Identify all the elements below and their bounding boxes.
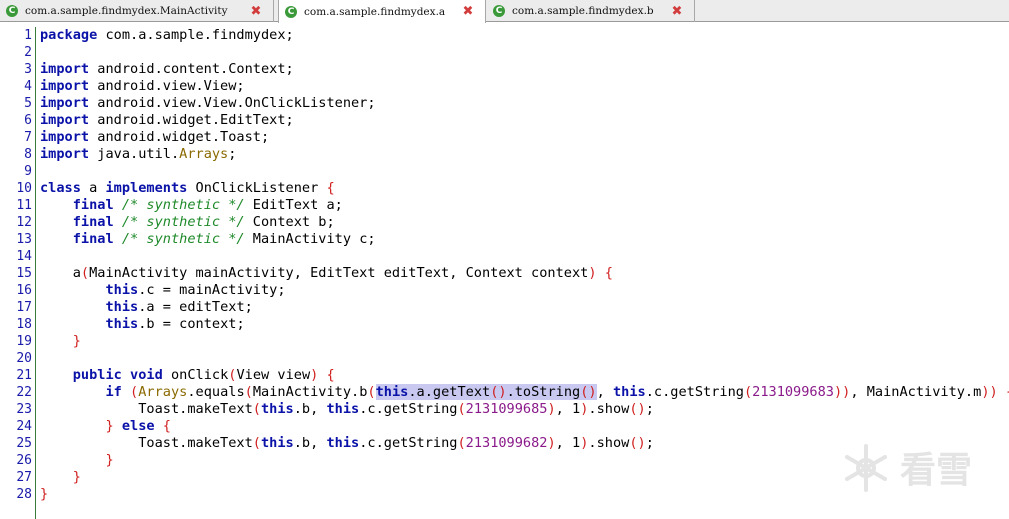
line-number: 23 [16,402,32,417]
kanxue-watermark: 看雪 [845,444,972,492]
code-text: final /* synthetic */ MainActivity c; [72,231,376,247]
line-number: 11 [16,198,32,213]
code-line: 9 [0,163,1009,180]
line-number: 18 [16,317,32,332]
code-text: class a implements OnClickListener { [40,180,335,196]
code-text: package com.a.sample.findmydex; [40,27,294,43]
line-number: 24 [16,419,32,434]
line-number: 19 [16,334,32,349]
code-line: 8 import java.util.Arrays; [0,146,1009,163]
close-icon[interactable]: ✖ [249,4,263,19]
code-text: } [40,486,49,502]
tab-b[interactable]: C com.a.sample.findmydex.b ✖ [487,0,695,22]
line-number: 22 [16,385,32,400]
code-line: 14 [0,248,1009,265]
code-text: Toast.makeText(this.b, this.c.getString(… [40,401,654,417]
code-line: 5 import android.view.View.OnClickListene… [0,95,1009,112]
code-text: this.a = editText; [105,299,253,315]
close-icon[interactable]: ✖ [461,4,475,19]
line-number: 28 [16,487,32,502]
code-text: import java.util.Arrays; [40,146,237,162]
class-icon: C [285,5,297,18]
line-number: 7 [24,130,32,145]
line-number: 3 [24,62,32,77]
code-line: 11 final /* synthetic */ EditText a; [0,197,1009,214]
code-line: 16 this.c = mainActivity; [0,282,1009,299]
line-number: 4 [24,79,32,94]
code-text: Toast.makeText(this.b, this.c.getString(… [40,435,654,451]
tab-mainactivity[interactable]: C com.a.sample.findmydex.MainActivity ✖ [0,0,274,22]
line-number: 1 [24,28,32,43]
code-text: import android.view.View.OnClickListener… [40,95,376,111]
code-line: 6 import android.widget.EditText; [0,112,1009,129]
line-number: 13 [16,232,32,247]
tab-label: com.a.sample.findmydex.b [512,5,654,17]
code-text: public void onClick(View view) { [72,367,335,383]
line-number: 12 [16,215,32,230]
code-line: 13 final /* synthetic */ MainActivity c; [0,231,1009,248]
code-line: 2 [0,44,1009,61]
code-text: import android.view.View; [40,78,245,94]
line-number: 5 [24,96,32,111]
code-text: a(MainActivity mainActivity, EditText ed… [40,265,613,281]
line-number: 9 [24,164,32,179]
code-line: 3 import android.content.Context; [0,61,1009,78]
watermark-text: 看雪 [900,450,972,491]
class-icon: C [6,5,18,17]
code-text: } else { [105,418,171,434]
tab-label: com.a.sample.findmydex.a [304,5,446,18]
code-text: final /* synthetic */ Context b; [72,214,335,230]
code-text: } [105,452,114,468]
line-number: 21 [16,368,32,383]
line-number: 10 [16,181,32,196]
line-number: 27 [16,470,32,485]
tab-a[interactable]: C com.a.sample.findmydex.a ✖ [278,0,486,23]
tab-label: com.a.sample.findmydex.MainActivity [25,5,228,17]
code-line: 15 a(MainActivity mainActivity, EditText… [0,265,1009,282]
code-text: this.c = mainActivity; [105,282,286,298]
class-icon: C [493,5,505,17]
code-text: } [72,469,81,485]
code-line: 4 import android.view.View; [0,78,1009,95]
code-line: 18 this.b = context; [0,316,1009,333]
line-number: 16 [16,283,32,298]
code-line: 7 import android.widget.Toast; [0,129,1009,146]
code-line: 10 class a implements OnClickListener { [0,180,1009,197]
code-text: final /* synthetic */ EditText a; [72,197,343,213]
line-number: 15 [16,266,32,281]
snowflake-icon [845,444,887,492]
code-text: this.b = context; [105,316,245,332]
code-line: 17 this.a = editText; [0,299,1009,316]
code-line: 20 [0,350,1009,367]
code-line: 12 final /* synthetic */ Context b; [0,214,1009,231]
line-number: 26 [16,453,32,468]
line-number: 20 [16,351,32,366]
code-text: } [72,333,81,349]
code-text: if (Arrays.equals(MainActivity.b(this.a.… [105,384,1009,400]
close-icon[interactable]: ✖ [670,4,684,19]
code-text: import android.content.Context; [40,61,294,77]
line-number: 2 [24,45,32,60]
code-line: 24 } else { [0,418,1009,435]
line-number: 14 [16,249,32,264]
code-line: 21 public void onClick(View view) { [0,367,1009,384]
line-number: 17 [16,300,32,315]
line-number: 8 [24,147,32,162]
code-line: 22 if (Arrays.equals(MainActivity.b(this… [0,384,1009,401]
line-number: 25 [16,436,32,451]
code-text: import android.widget.EditText; [40,112,294,128]
code-text: import android.widget.Toast; [40,129,270,145]
editor-tab-bar: C com.a.sample.findmydex.MainActivity ✖ … [0,0,1009,23]
line-number: 6 [24,113,32,128]
code-line: 19 } [0,333,1009,350]
code-line: 1 package com.a.sample.findmydex; [0,27,1009,44]
code-line: 23 Toast.makeText(this.b, this.c.getStri… [0,401,1009,418]
